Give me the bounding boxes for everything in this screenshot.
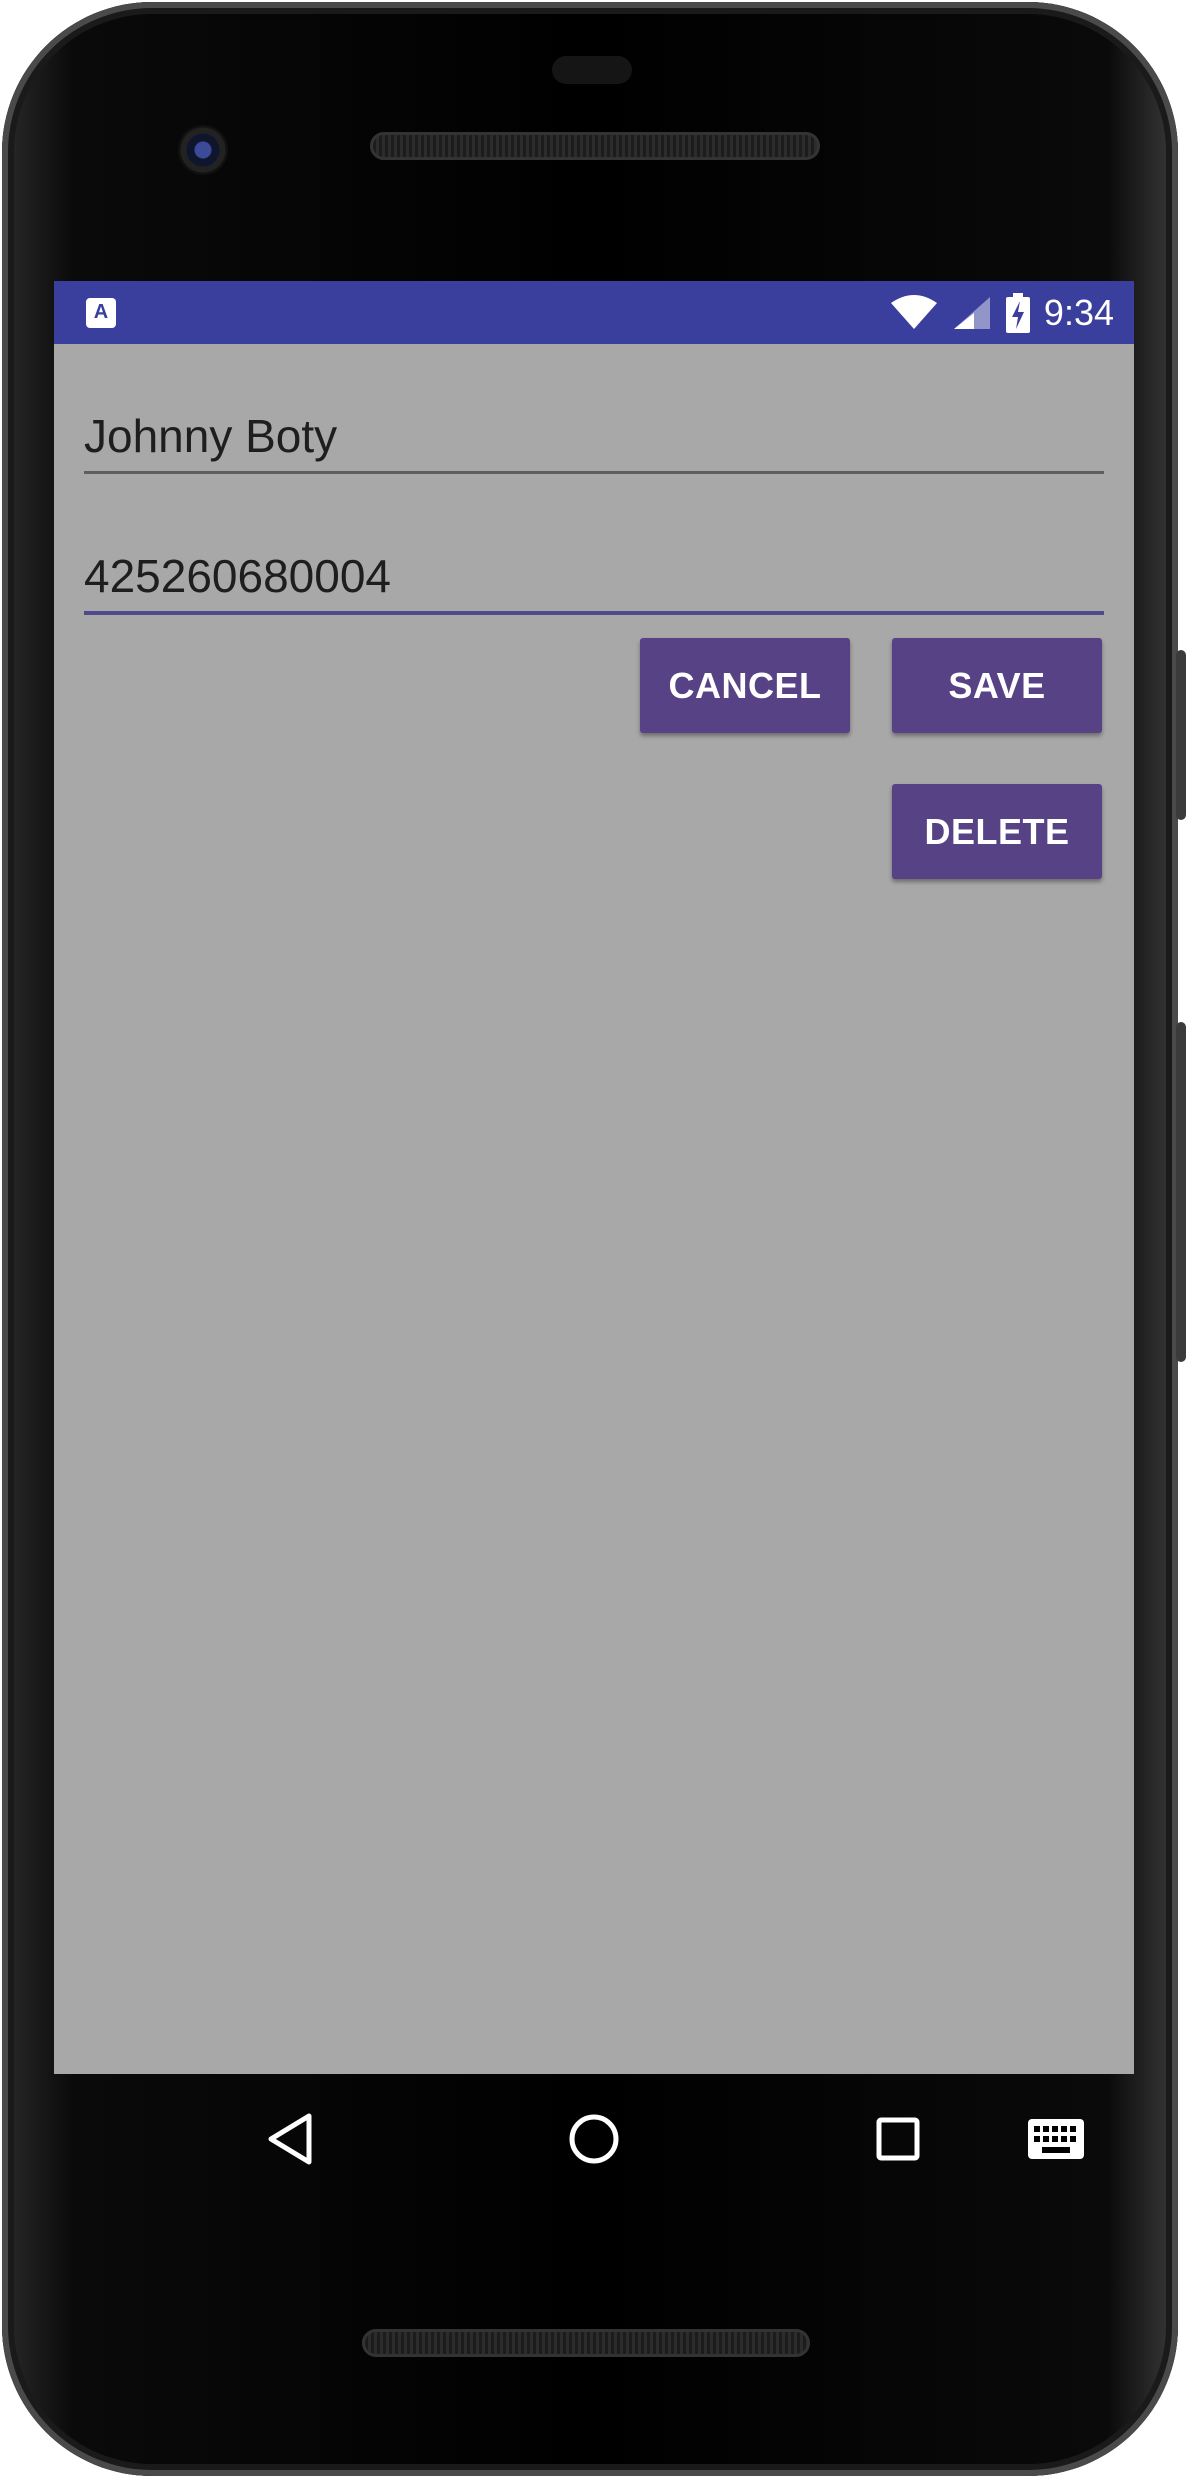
navigation-bar [54,2074,1134,2204]
back-button[interactable] [250,2099,330,2179]
cancel-button[interactable]: CANCEL [640,638,850,733]
app-screen: A 9:34 Johnny Boty 425260680004 CANCEL S… [54,281,1134,2074]
home-icon [569,2114,619,2164]
keyboard-icon [1028,2119,1084,2159]
status-time: 9:34 [1043,292,1114,333]
phone-frame: A 9:34 Johnny Boty 425260680004 CANCEL S… [2,2,1186,2476]
home-button[interactable] [554,2099,634,2179]
a-app-icon: A [86,298,116,328]
power-button [1176,650,1186,820]
signal-icon [953,296,990,329]
phone-field-value: 425260680004 [84,550,391,602]
status-bar: A 9:34 [54,281,1134,344]
recents-button[interactable] [858,2099,938,2179]
recents-icon [876,2117,920,2161]
status-icons: 9:34 [890,281,1114,344]
battery-charging-icon [1005,292,1030,333]
back-icon [268,2113,312,2165]
phone-field[interactable]: 425260680004 [84,531,1104,615]
wifi-icon [890,294,937,329]
name-field-value: Johnny Boty [84,410,338,462]
name-field[interactable]: Johnny Boty [84,391,1104,474]
top-speaker [370,132,820,160]
save-button[interactable]: SAVE [892,638,1102,733]
delete-button[interactable]: DELETE [892,784,1102,879]
bottom-speaker [362,2329,810,2357]
front-camera [178,125,228,175]
volume-button [1176,1022,1186,1362]
proximity-sensor [552,56,632,84]
keyboard-button[interactable] [1016,2099,1096,2179]
